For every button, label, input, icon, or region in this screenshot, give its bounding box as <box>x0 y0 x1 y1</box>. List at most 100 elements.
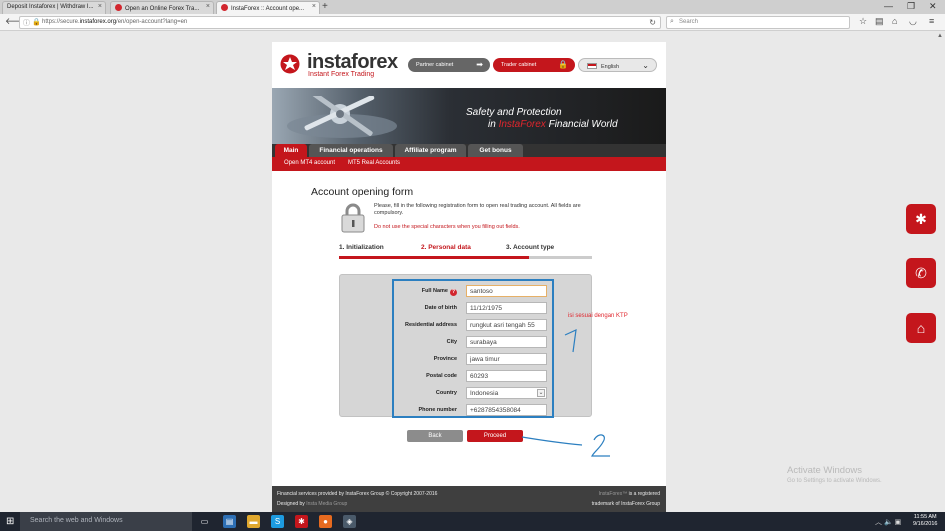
taskbar-search-input[interactable]: Search the web and Windows <box>20 512 192 531</box>
tab-label: Deposit Instaforex | Withdraw I... <box>7 4 94 10</box>
system-tray-icons[interactable]: ︿ 🔈 ▣ <box>875 517 901 527</box>
task-view-icon[interactable]: ▭ <box>198 515 211 528</box>
tab-affiliate-program[interactable]: Affiliate program <box>395 144 466 157</box>
home-icon[interactable]: ⌂ <box>906 313 936 343</box>
instaforex-favicon-icon <box>115 4 122 11</box>
chevron-down-icon: ⌄ <box>642 61 649 70</box>
menu-hamburger-icon[interactable]: ≡ <box>929 16 934 26</box>
file-explorer-icon[interactable]: ▤ <box>223 515 236 528</box>
residential-address-input[interactable] <box>466 319 547 331</box>
form-instructions: Please, fill in the following registrati… <box>374 203 581 216</box>
submenu-mt5-real[interactable]: MT5 Real Accounts <box>348 160 400 166</box>
pocket-icon[interactable]: ◡ <box>909 16 917 27</box>
footer-trademark-owner: trademark of InstaForex Group <box>591 501 660 507</box>
browser-tab-open-account[interactable]: Open an Online Forex Tra... × <box>110 1 214 14</box>
taskbar-clock[interactable]: 11:55 AM 9/16/2016 <box>913 514 937 528</box>
proceed-button[interactable]: Proceed <box>467 430 523 442</box>
close-window-icon[interactable]: ✕ <box>929 1 937 12</box>
address-bar[interactable]: ⓘ 🔒 https://secure.instaforex.org/en/ope… <box>19 16 661 29</box>
city-input[interactable] <box>466 336 547 348</box>
search-icon: ⌕ <box>670 18 674 25</box>
app-icon[interactable]: ◈ <box>343 515 356 528</box>
uk-flag-icon <box>587 63 597 69</box>
postal-code-row: Postal code <box>394 370 552 383</box>
logo-tagline: Instant Forex Trading <box>308 71 375 78</box>
full-name-input[interactable] <box>466 285 547 297</box>
maximize-icon[interactable]: ❐ <box>907 1 915 12</box>
url-prefix: https://secure. <box>42 19 80 25</box>
instaforex-chat-button[interactable]: ✱ <box>906 204 936 234</box>
footer-designer-link[interactable]: Insta Media Group <box>306 501 347 507</box>
required-icon: ? <box>450 289 457 296</box>
tab-label: InstaForex :: Account ope... <box>231 6 305 12</box>
tab-main[interactable]: Main <box>275 144 307 157</box>
folder-icon[interactable]: ▬ <box>247 515 260 528</box>
footer-trademark-rest: is a registered <box>627 491 660 497</box>
tab-affiliate-program-label: Affiliate program <box>404 147 457 154</box>
padlock-icon: 🔒 <box>558 60 568 69</box>
bookmark-star-icon[interactable]: ☆ <box>859 16 867 27</box>
language-label: English <box>601 64 620 70</box>
browser-nav-bar: 🡐 ⓘ 🔒 https://secure.instaforex.org/en/o… <box>0 14 945 31</box>
instaforex-logo-icon <box>280 54 300 74</box>
browser-tab-deposit[interactable]: Deposit Instaforex | Withdraw I... × <box>2 1 106 14</box>
phone-icon[interactable]: ✆ <box>906 258 936 288</box>
province-input[interactable] <box>466 353 547 365</box>
step-account-type: 3. Account type <box>506 244 555 251</box>
new-tab-plus-icon[interactable]: + <box>322 1 328 12</box>
province-label: Province <box>433 356 457 362</box>
instaforex-favicon-icon <box>221 4 228 11</box>
trader-cabinet-button[interactable]: Trader cabinet 🔒 <box>493 58 575 72</box>
step-initialization: 1. Initialization <box>339 244 384 251</box>
minimize-icon[interactable]: — <box>884 1 893 11</box>
reload-icon[interactable]: ↻ <box>649 18 656 27</box>
arrow-right-icon: ➡ <box>476 60 483 69</box>
search-placeholder: Search <box>679 19 699 25</box>
url-domain: instaforex.org <box>79 19 117 25</box>
scroll-up-arrow-icon[interactable]: ▲ <box>937 33 943 39</box>
submenu-open-mt4[interactable]: Open MT4 account <box>284 160 335 166</box>
browser-tab-account-opening[interactable]: InstaForex :: Account ope... × <box>216 1 320 14</box>
firefox-icon[interactable]: ● <box>319 515 332 528</box>
postal-code-input[interactable] <box>466 370 547 382</box>
banner-headline: Safety and Protection <box>466 107 562 118</box>
back-button[interactable]: Back <box>407 430 463 442</box>
tab-financial-operations-label: Financial operations <box>319 147 383 154</box>
date-of-birth-label: Date of birth <box>424 305 457 311</box>
province-row: Province <box>394 353 552 366</box>
close-icon[interactable]: × <box>206 3 210 10</box>
tab-financial-operations[interactable]: Financial operations <box>309 144 393 157</box>
country-select[interactable]: Indonesia ⌄ <box>466 387 547 399</box>
close-icon[interactable]: × <box>98 3 102 10</box>
watermark-title: Activate Windows <box>787 465 862 476</box>
residential-address-label: Residential address <box>405 322 457 328</box>
sub-menu: Open MT4 account MT5 Real Accounts <box>272 157 666 171</box>
url-path: /en/open-account?lang=en <box>116 19 188 25</box>
banner-subline-rest: Financial World <box>545 119 618 130</box>
instaforex-page: instaforex Instant Forex Trading Partner… <box>272 42 666 512</box>
full-name-label: Full Name? <box>394 288 457 296</box>
partner-cabinet-label: Partner cabinet <box>416 62 454 68</box>
footer-designed-prefix: Designed by <box>277 501 307 507</box>
windows-start-icon[interactable]: ⊞ <box>6 516 14 527</box>
reading-list-icon[interactable]: ▤ <box>875 16 884 27</box>
language-select[interactable]: English ⌄ <box>578 58 657 72</box>
annotation-note: isi sesuai dengan KTP <box>568 313 628 319</box>
tab-get-bonus[interactable]: Get bonus <box>468 144 523 157</box>
phone-number-input[interactable] <box>466 404 547 416</box>
info-icon[interactable]: ⓘ <box>23 18 30 28</box>
browser-search-input[interactable]: ⌕ Search <box>666 16 850 29</box>
skype-icon[interactable]: S <box>271 515 284 528</box>
close-icon[interactable]: × <box>312 3 316 10</box>
partner-cabinet-button[interactable]: Partner cabinet ➡ <box>408 58 490 72</box>
footer-copyright: Financial services provided by InstaFore… <box>277 491 438 497</box>
date-of-birth-input[interactable] <box>466 302 547 314</box>
back-button-label: Back <box>428 433 442 439</box>
home-icon[interactable]: ⌂ <box>892 16 897 26</box>
chevron-down-icon[interactable]: ⌄ <box>537 389 545 397</box>
header-banner: Safety and Protection in InstaForex Fina… <box>272 88 666 144</box>
footer-designed-by: Designed by Insta Media Group <box>277 501 347 507</box>
country-label: Country <box>435 390 457 396</box>
step-personal-data: 2. Personal data <box>421 244 471 251</box>
instaforex-app-icon[interactable]: ✱ <box>295 515 308 528</box>
